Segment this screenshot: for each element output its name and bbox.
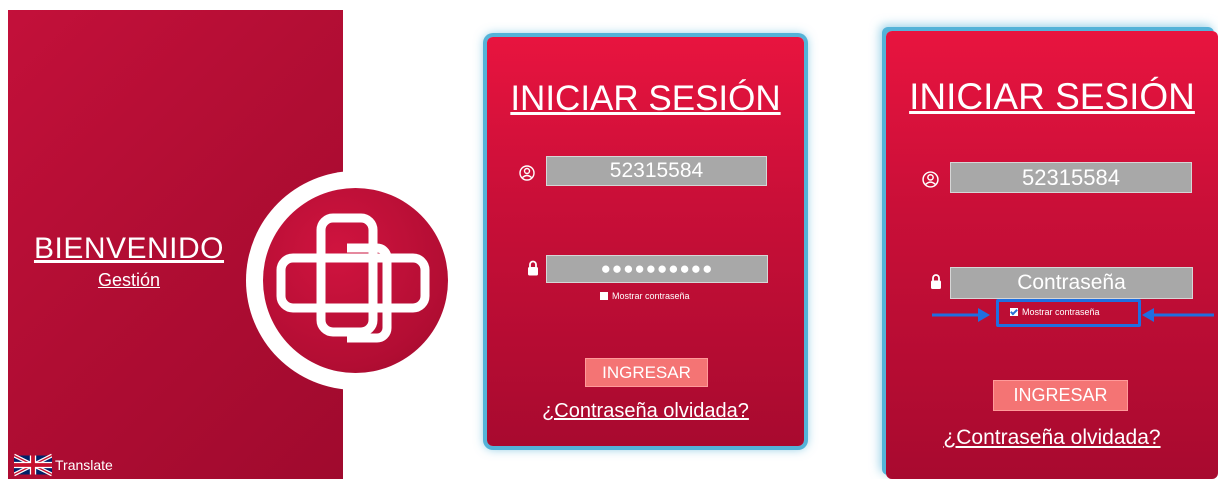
submit-button[interactable]: INGRESAR [585,358,708,387]
login-card-show-password: INICIAR SESIÓN 52315584 Contraseña Mostr… [886,31,1218,479]
login-title: INICIAR SESIÓN [510,79,781,118]
translate-button[interactable]: Translate [14,453,113,477]
welcome-title: BIENVENIDO [33,232,225,265]
show-password-checkbox[interactable] [1010,308,1018,316]
welcome-subtitle: Gestión [97,270,161,290]
uk-flag-icon [14,453,52,477]
login-card-default: INICIAR SESIÓN 52315584 ●●●●●●●●●● Mostr… [487,37,804,446]
show-password-checkbox[interactable] [600,292,608,300]
submit-button[interactable]: INGRESAR [993,380,1128,411]
logo [246,171,465,390]
lock-icon [528,260,538,276]
welcome-text: BIENVENIDO Gestión [24,232,234,291]
arrow-left-icon [1142,308,1214,322]
password-field[interactable]: Contraseña [950,267,1193,299]
username-field[interactable]: 52315584 [546,156,767,186]
show-password-toggle[interactable]: Mostrar contraseña [1010,307,1100,317]
login-title: INICIAR SESIÓN [909,76,1195,117]
show-password-label: Mostrar contraseña [1022,307,1100,317]
arrow-right-icon [932,308,990,322]
forgot-password-link[interactable]: ¿Contraseña olvidada? [886,426,1218,450]
username-field[interactable]: 52315584 [950,162,1192,193]
password-field[interactable]: ●●●●●●●●●● [546,255,768,283]
translate-label: Translate [55,457,113,473]
user-icon [519,165,535,181]
show-password-label: Mostrar contraseña [612,291,690,301]
show-password-toggle[interactable]: Mostrar contraseña [600,291,690,301]
forgot-password-link[interactable]: ¿Contraseña olvidada? [487,400,804,423]
logo-disc [263,188,448,373]
lock-icon [931,274,941,289]
user-icon [922,171,939,188]
medical-cross-logo-icon [276,213,430,343]
